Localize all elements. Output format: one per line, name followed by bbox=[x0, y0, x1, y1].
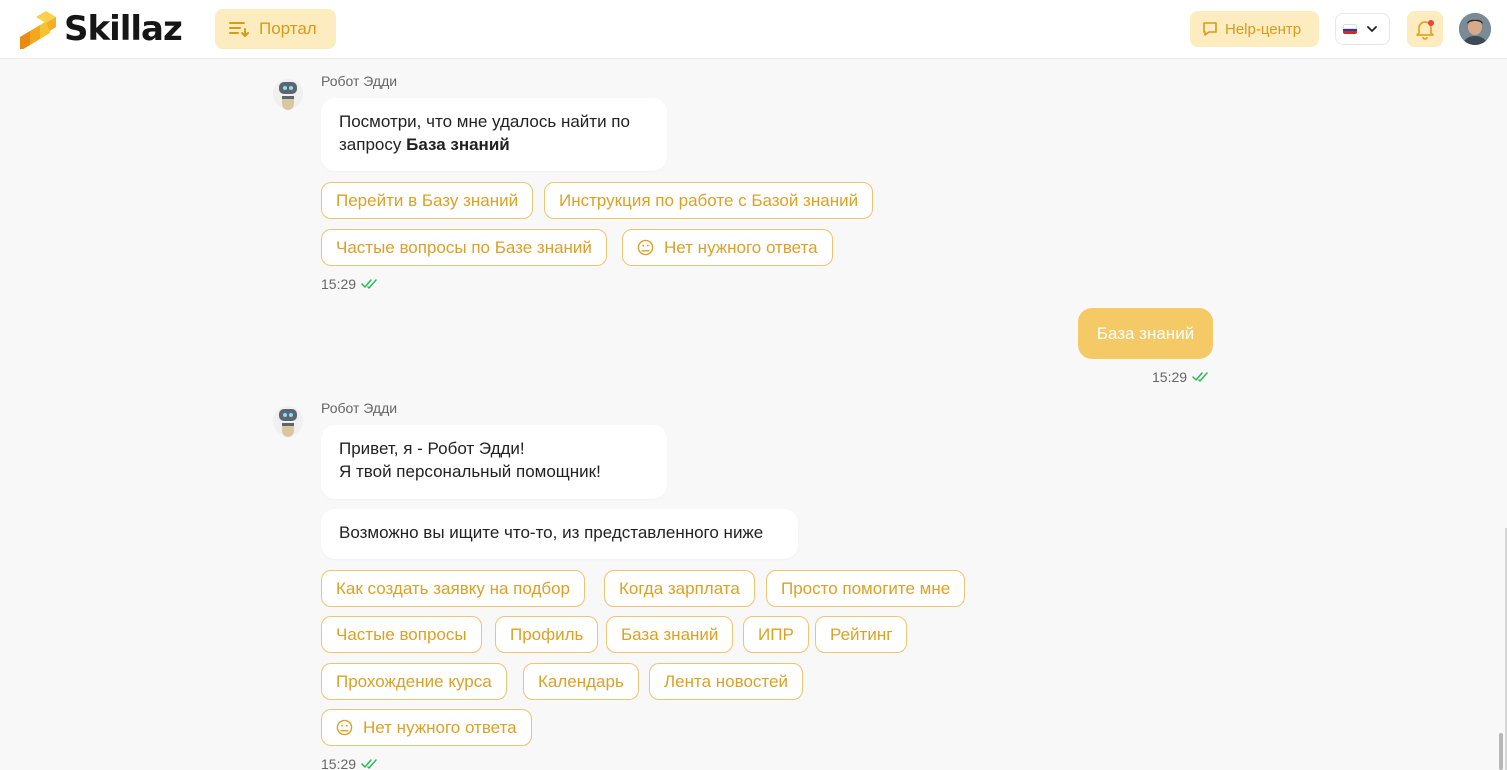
top-header: Skillaz Портал Help-центр bbox=[0, 0, 1507, 59]
double-check-icon bbox=[361, 279, 377, 289]
russian-flag-icon bbox=[1343, 24, 1357, 34]
skillaz-logo[interactable]: Skillaz bbox=[20, 8, 183, 51]
suggestion-chip[interactable]: Прохождение курса bbox=[321, 663, 507, 700]
chevron-down-icon bbox=[1367, 25, 1377, 32]
robot-avatar-icon bbox=[272, 76, 304, 112]
double-check-icon bbox=[361, 759, 377, 769]
no-answer-chip[interactable]: Нет нужного ответа bbox=[622, 229, 833, 266]
suggestion-chip[interactable]: Лента новостей bbox=[649, 663, 803, 700]
double-check-icon bbox=[1192, 372, 1208, 382]
logo-mark-icon bbox=[20, 9, 58, 51]
notifications-button[interactable] bbox=[1407, 11, 1443, 47]
no-answer-label: Нет нужного ответа bbox=[363, 717, 517, 737]
suggestion-chip[interactable]: Рейтинг bbox=[815, 616, 908, 653]
suggestion-chip[interactable]: Как создать заявку на подбор bbox=[321, 570, 586, 607]
help-center-button[interactable]: Help-центр bbox=[1190, 11, 1319, 47]
message-sender: Робот Эдди bbox=[321, 400, 398, 416]
suggestion-chip[interactable]: Просто помогите мне bbox=[766, 570, 966, 607]
portal-label: Портал bbox=[259, 19, 317, 38]
message-time: 15:29 bbox=[1152, 369, 1210, 385]
chat-bubble-icon bbox=[1203, 22, 1217, 36]
robot-avatar-icon bbox=[272, 403, 304, 439]
message-line: Я твой персональный помощник! bbox=[339, 462, 601, 481]
suggestion-chip[interactable]: Календарь bbox=[523, 663, 639, 700]
scrollbar-thumb[interactable] bbox=[1499, 733, 1503, 770]
suggestion-chip[interactable]: Частые вопросы по Базе знаний bbox=[321, 229, 607, 266]
user-avatar[interactable] bbox=[1459, 13, 1491, 45]
menu-list-icon bbox=[229, 22, 249, 37]
message-text: Возможно вы ищите что-то, из представлен… bbox=[339, 523, 764, 542]
suggestion-chip[interactable]: Перейти в Базу знаний bbox=[321, 182, 534, 219]
logo-text: Skillaz bbox=[64, 9, 183, 49]
message-query-bold: База знаний bbox=[406, 135, 510, 154]
message-sender: Робот Эдди bbox=[321, 73, 398, 89]
portal-menu-button[interactable]: Портал bbox=[215, 9, 336, 49]
suggestion-chip[interactable]: Профиль bbox=[495, 616, 599, 653]
suggestion-chip[interactable]: Инструкция по работе с Базой знаний bbox=[544, 182, 874, 219]
sad-face-icon bbox=[336, 719, 353, 736]
help-center-label: Help-центр bbox=[1225, 20, 1302, 38]
suggestion-chip[interactable]: Когда зарплата bbox=[604, 570, 755, 607]
bell-icon bbox=[1416, 20, 1434, 40]
time-text: 15:29 bbox=[1152, 369, 1188, 385]
sad-face-icon bbox=[637, 239, 654, 256]
bot-message-bubble: Возможно вы ищите что-то, из представлен… bbox=[321, 509, 798, 559]
bot-message-bubble: Посмотри, что мне удалось найти по запро… bbox=[321, 98, 667, 171]
time-text: 15:29 bbox=[321, 756, 357, 770]
no-answer-chip[interactable]: Нет нужного ответа bbox=[321, 709, 532, 746]
suggestion-chip[interactable]: ИПР bbox=[743, 616, 809, 653]
suggestion-chip[interactable]: Частые вопросы bbox=[321, 616, 482, 653]
user-photo-icon bbox=[1459, 13, 1491, 45]
suggestion-chip[interactable]: База знаний bbox=[606, 616, 734, 653]
no-answer-label: Нет нужного ответа bbox=[664, 237, 818, 257]
message-time: 15:29 bbox=[321, 276, 379, 292]
user-message-bubble: База знаний bbox=[1078, 308, 1213, 359]
language-selector[interactable] bbox=[1335, 13, 1390, 45]
time-text: 15:29 bbox=[321, 276, 357, 292]
bot-message-bubble: Привет, я - Робот Эдди! Я твой персональ… bbox=[321, 425, 667, 499]
message-line: Привет, я - Робот Эдди! bbox=[339, 439, 525, 458]
message-time: 15:29 bbox=[321, 756, 379, 770]
